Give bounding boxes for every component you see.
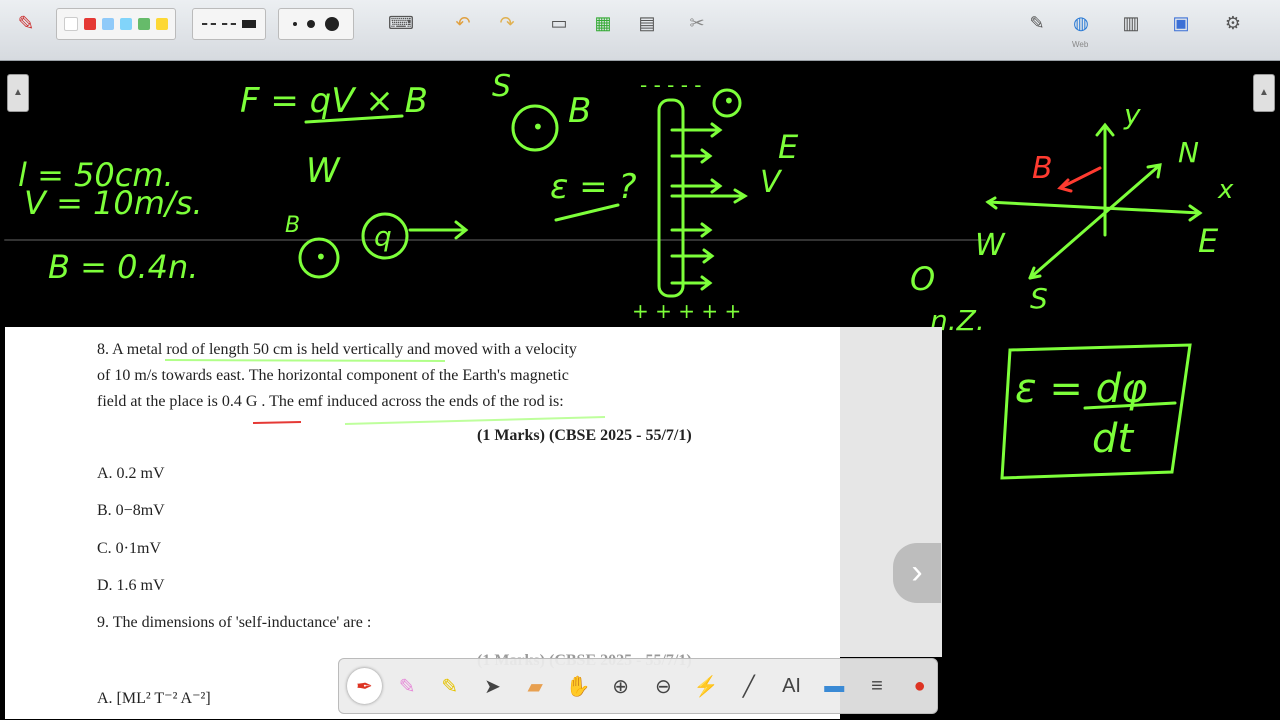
option-d: D. 1.6 mV (97, 577, 165, 594)
top-toolbar: ✎ ⌨ ↶ ↷ ▭ ▦ ▤ ✂ ✎ ◍ Web ▥ ▣ ⚙ (0, 0, 1280, 61)
stroke-size-picker[interactable] (278, 8, 354, 40)
edit-icon[interactable]: ✎ (1024, 8, 1050, 38)
right-panel-handle[interactable]: ▲ (1253, 74, 1275, 112)
color-swatch-blue[interactable] (102, 18, 114, 30)
highlighter-yellow-icon[interactable]: ✎ (432, 668, 467, 704)
option-b: B. 0−8mV (97, 502, 165, 519)
eraser-icon[interactable]: ▰ (518, 668, 553, 704)
bottom-toolbar: ✒ ✎ ✎ ➤ ▰ ✋ ⊕ ⊖ ⚡ ╱ AI ▬ ≡ ● (338, 658, 938, 714)
zoom-out-icon[interactable]: ⊖ (646, 668, 681, 704)
undo-icon[interactable]: ↶ (450, 8, 476, 38)
question-8: 8. A metal rod of length 50 cm is held v… (97, 337, 717, 415)
line-dash-icon[interactable] (222, 23, 236, 25)
color-swatch-cyan[interactable] (120, 18, 132, 30)
web-label: Web (1072, 40, 1089, 49)
app-logo-icon[interactable]: ✎ (12, 8, 40, 38)
color-swatch-yellow[interactable] (156, 18, 168, 30)
line-solid-icon[interactable] (242, 20, 256, 28)
record-icon[interactable]: ● (902, 668, 937, 704)
q8-marks: (1 Marks) (CBSE 2025 - 55/7/1) (477, 427, 692, 444)
dot-large-icon[interactable] (325, 17, 339, 31)
monitor-icon[interactable]: ▣ (1168, 8, 1194, 38)
color-swatch-red[interactable] (84, 18, 96, 30)
tools-icon[interactable]: ✂ (684, 8, 710, 38)
chevron-right-icon: › (911, 553, 923, 591)
question-9: 9. The dimensions of 'self-inductance' a… (97, 614, 372, 631)
line-style-picker[interactable] (192, 8, 266, 40)
pen-tool-icon[interactable]: ✒ (347, 668, 382, 704)
dot-medium-icon[interactable] (307, 20, 315, 28)
q9-option-a: A. [ML² T⁻² A⁻²] (97, 690, 211, 707)
hand-icon[interactable]: ✋ (561, 668, 596, 704)
q8-line-1: 8. A metal rod of length 50 cm is held v… (97, 341, 577, 358)
page-icon[interactable]: ▤ (634, 8, 660, 38)
dot-small-icon[interactable] (293, 22, 297, 26)
settings-icon[interactable]: ⚙ (1220, 8, 1246, 38)
pointer-icon[interactable]: ➤ (475, 668, 510, 704)
line-tool-icon[interactable]: ╱ (731, 668, 766, 704)
text-tool-icon[interactable]: AI (774, 668, 809, 704)
globe-icon[interactable]: ◍ (1068, 8, 1094, 38)
option-c: C. 0·1mV (97, 540, 161, 557)
q8-line-2: of 10 m/s towards east. The horizontal c… (97, 367, 569, 384)
option-a: A. 0.2 mV (97, 465, 165, 482)
q8-line-3: field at the place is 0.4 G . The emf in… (97, 393, 564, 410)
document-margin (840, 327, 942, 657)
next-page-button[interactable]: › (893, 543, 941, 603)
menu-icon[interactable]: ≡ (860, 668, 895, 704)
zoom-in-icon[interactable]: ⊕ (603, 668, 638, 704)
keyboard-icon[interactable]: ⌨ (388, 8, 414, 38)
left-panel-handle[interactable]: ▲ (7, 74, 29, 112)
redo-icon[interactable]: ↷ (494, 8, 520, 38)
screen-icon[interactable]: ▭ (546, 8, 572, 38)
color-swatch-white[interactable] (64, 17, 78, 31)
line-dash-icon[interactable] (202, 23, 216, 25)
color-swatch-green[interactable] (138, 18, 150, 30)
folder-icon[interactable]: ▥ (1118, 8, 1144, 38)
laser-icon[interactable]: ⚡ (689, 668, 724, 704)
image-icon[interactable]: ▬ (817, 668, 852, 704)
highlighter-pink-icon[interactable]: ✎ (390, 668, 425, 704)
color-palette[interactable] (56, 8, 176, 40)
spreadsheet-icon[interactable]: ▦ (590, 8, 616, 38)
